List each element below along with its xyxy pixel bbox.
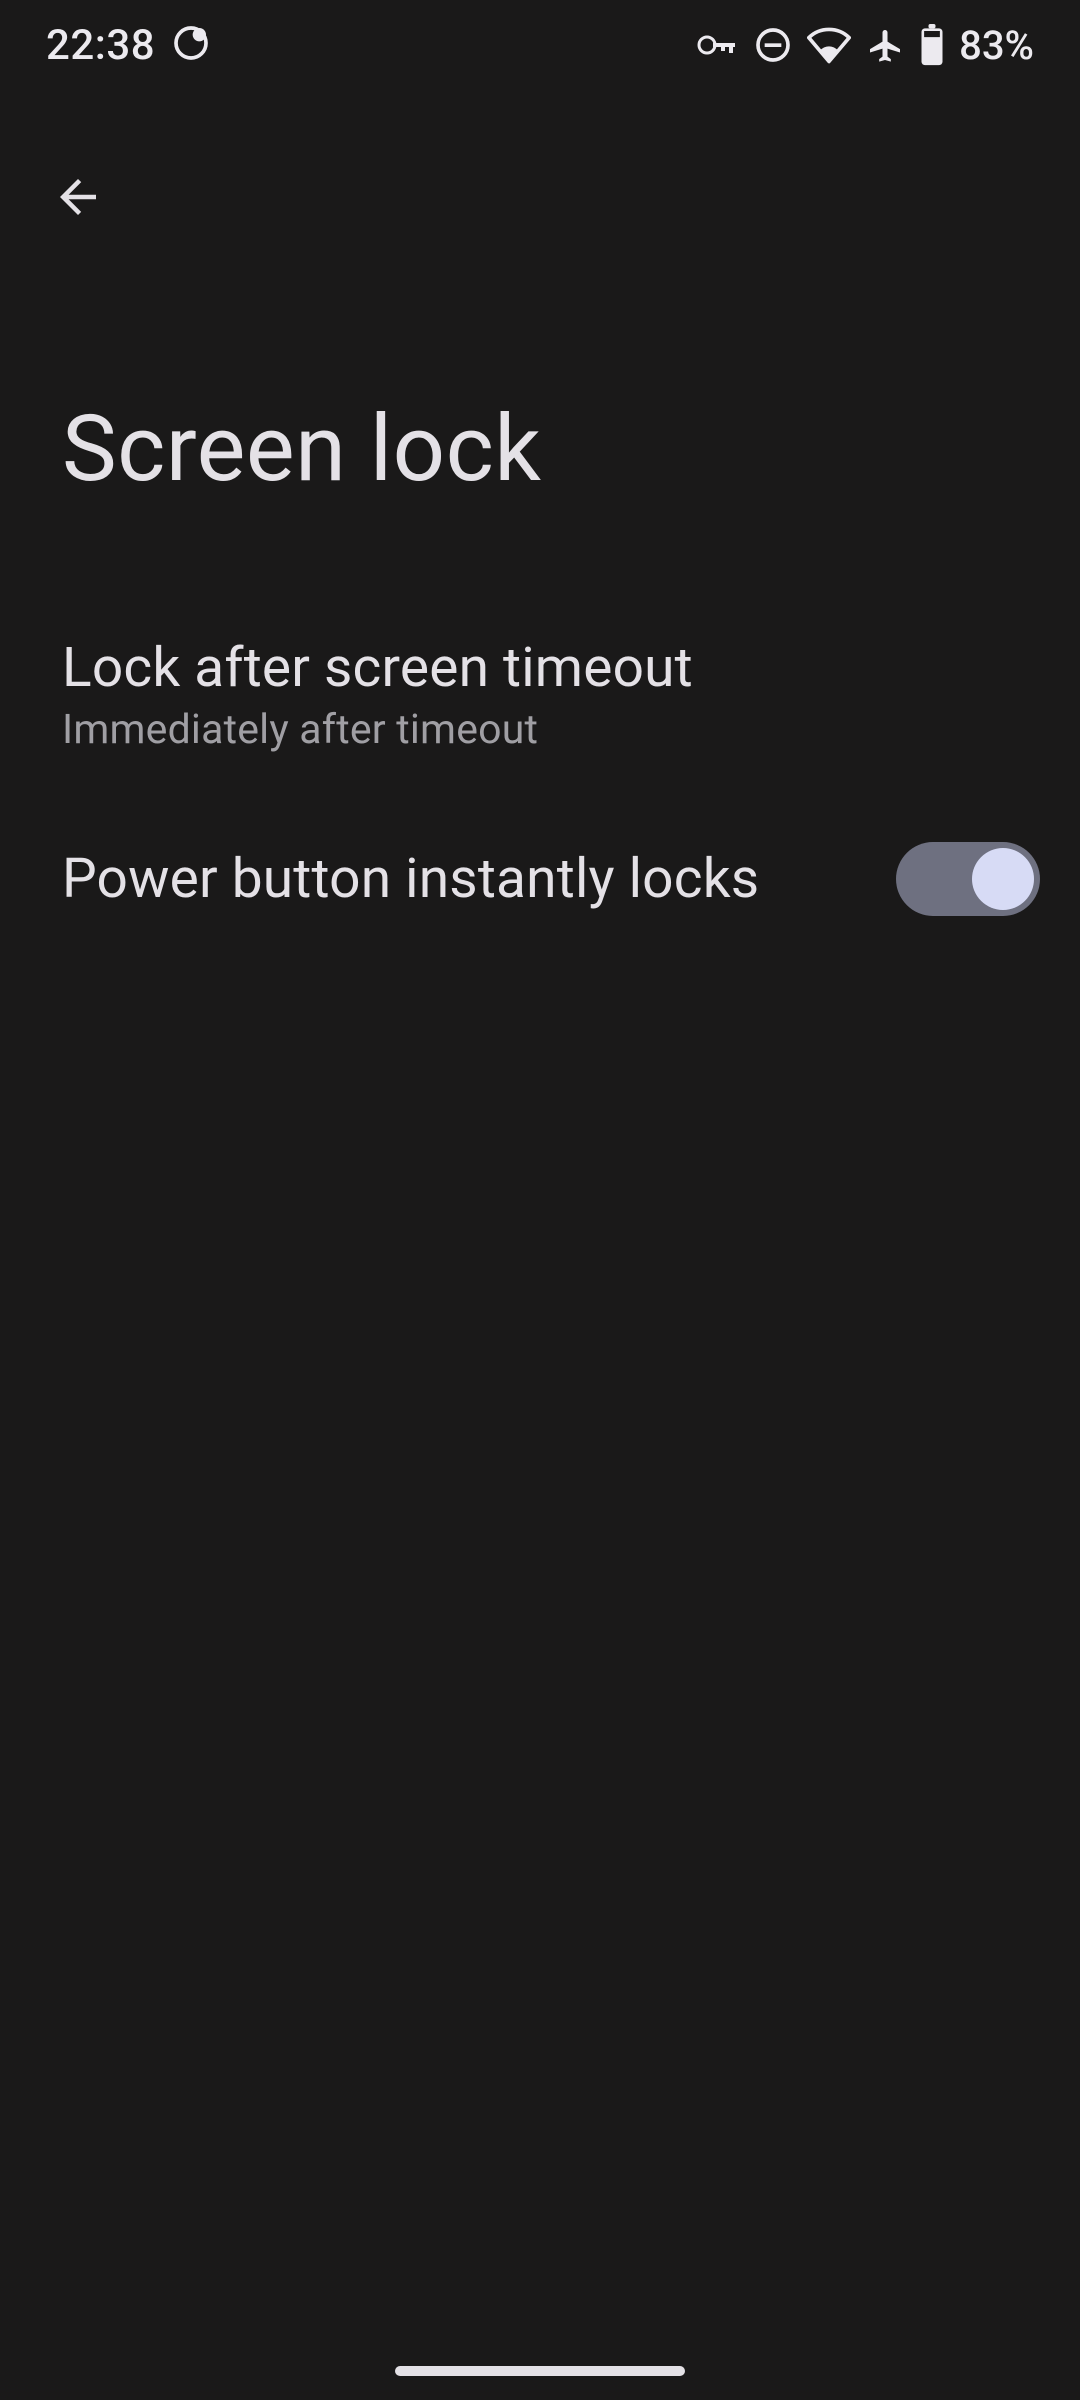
status-left: 22:38 (46, 21, 211, 70)
page-title: Screen lock (62, 396, 541, 503)
back-button[interactable] (34, 154, 122, 242)
setting-title: Power button instantly locks (62, 847, 759, 911)
status-right: 83% (695, 22, 1034, 69)
status-time: 22:38 (46, 21, 155, 70)
status-bar: 22:38 (0, 0, 1080, 90)
setting-power-button-locks[interactable]: Power button instantly locks (0, 812, 1080, 946)
battery-icon (919, 24, 945, 66)
arrow-back-icon (51, 170, 105, 227)
setting-texts: Lock after screen timeout Immediately af… (62, 636, 693, 754)
wifi-icon (807, 25, 851, 65)
airplane-mode-icon (865, 25, 905, 65)
power-button-locks-toggle[interactable] (896, 842, 1040, 916)
settings-list: Lock after screen timeout Immediately af… (0, 606, 1080, 946)
setting-title: Lock after screen timeout (62, 636, 693, 700)
switch-knob (972, 848, 1034, 910)
do-not-disturb-icon (753, 25, 793, 65)
spacer (0, 784, 1080, 812)
vpn-key-icon (695, 31, 739, 59)
battery-percent: 83% (959, 22, 1034, 69)
notification-icon (171, 23, 211, 67)
setting-subtitle: Immediately after timeout (62, 706, 693, 754)
setting-texts: Power button instantly locks (62, 847, 759, 911)
app-bar (0, 150, 1080, 246)
gesture-nav-handle[interactable] (395, 2366, 685, 2376)
setting-lock-after-timeout[interactable]: Lock after screen timeout Immediately af… (0, 606, 1080, 784)
